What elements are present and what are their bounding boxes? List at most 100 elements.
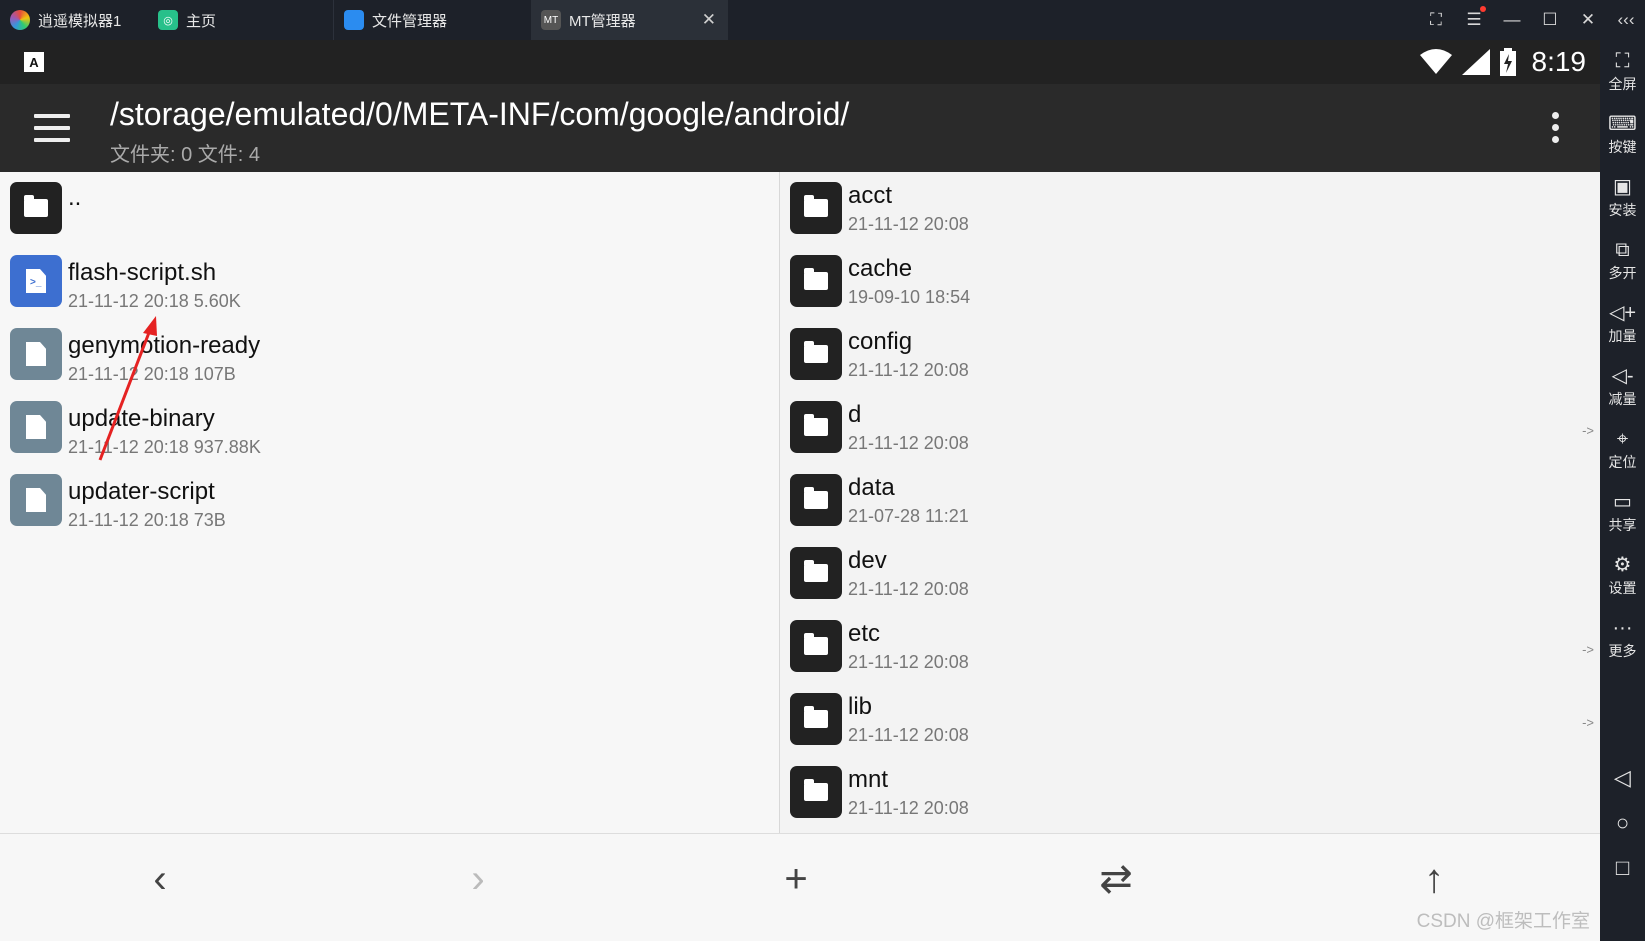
list-item[interactable]: data 21-07-28 11:21 [780, 464, 1600, 537]
location-label: 定位 [1608, 454, 1637, 470]
folder-name: lib [848, 693, 873, 720]
app-toolbar: /storage/emulated/0/META-INF/com/google/… [0, 84, 1600, 172]
file-icon [10, 474, 62, 526]
volume-down-button[interactable]: ◁- 减量 [1600, 363, 1645, 409]
folder-icon [790, 401, 842, 453]
file-name: update-binary [68, 405, 215, 432]
minimize-icon[interactable]: — [1493, 10, 1531, 30]
location-pin-icon: ⌖ [1616, 428, 1629, 450]
tab-home[interactable]: ◎ 主页 [148, 0, 333, 40]
screenshot-icon[interactable]: ⛶ [1417, 10, 1455, 30]
list-item[interactable]: acct 21-11-12 20:08 [780, 172, 1600, 245]
folder-file-count: 文件夹: 0 文件: 4 [110, 144, 261, 166]
file-meta: 21-11-12 20:18 107B [68, 364, 236, 384]
folder-meta: 21-07-28 11:21 [848, 506, 969, 526]
settings-button[interactable]: ⚙ 设置 [1600, 552, 1645, 598]
more-label: 更多 [1608, 643, 1637, 659]
parent-dir-label: .. [68, 184, 82, 211]
app-logo-icon [10, 10, 30, 30]
app-title-tab[interactable]: 逍遥模拟器1 [0, 0, 148, 40]
app-title: 逍遥模拟器1 [38, 12, 122, 30]
tab-file-manager[interactable]: 文件管理器 [333, 0, 531, 40]
android-back-icon[interactable]: ◁ [1600, 765, 1645, 791]
list-item[interactable]: dev 21-11-12 20:08 [780, 537, 1600, 610]
share-label: 共享 [1608, 517, 1637, 533]
window-titlebar: 逍遥模拟器1 ◎ 主页 文件管理器 MT MT管理器 ✕ ⛶ ☰ — ☐ ✕ ‹… [0, 0, 1645, 40]
android-screen: A 8:19 /storage/emulated/0/META-INF/com/… [0, 40, 1600, 941]
folder-icon [790, 766, 842, 818]
location-button[interactable]: ⌖ 定位 [1600, 426, 1645, 472]
list-item[interactable]: update-binary 21-11-12 20:18 937.88K [0, 391, 779, 464]
clock: 8:19 [1531, 46, 1587, 77]
folder-meta: 21-11-12 20:08 [848, 360, 969, 380]
keymap-button[interactable]: ⌨ 按键 [1600, 111, 1645, 157]
folder-icon [790, 693, 842, 745]
tab-mt-manager-label: MT管理器 [569, 12, 636, 30]
list-item[interactable]: lib 21-11-12 20:08 -> [780, 683, 1600, 756]
list-item[interactable]: d 21-11-12 20:08 -> [780, 391, 1600, 464]
folder-meta: 21-11-12 20:08 [848, 214, 969, 234]
close-window-icon[interactable]: ✕ [1569, 10, 1607, 30]
list-item[interactable]: updater-script 21-11-12 20:18 73B [0, 464, 779, 537]
android-recent-icon[interactable]: □ [1600, 855, 1645, 881]
gear-icon: ⚙ [1613, 554, 1632, 576]
symlink-marker: -> [1582, 423, 1594, 438]
android-home-icon[interactable]: ○ [1600, 810, 1645, 836]
battery-icon [1499, 48, 1516, 76]
hamburger-menu-icon[interactable] [34, 114, 70, 150]
list-item[interactable]: genymotion-ready 21-11-12 20:18 107B [0, 318, 779, 391]
watermark: CSDN @框架工作室 [1416, 911, 1590, 932]
fullscreen-icon: ⛶ [1615, 50, 1630, 72]
folder-meta: 21-11-12 20:08 [848, 652, 969, 672]
bottom-action-bar: ‹ › + ⇄ ↑ CSDN @框架工作室 [0, 833, 1600, 941]
script-file-icon: >_ [10, 255, 62, 307]
apk-icon: ▣ [1613, 176, 1632, 198]
list-item[interactable]: config 21-11-12 20:08 [780, 318, 1600, 391]
folder-meta: 19-09-10 18:54 [848, 287, 971, 307]
file-meta: 21-11-12 20:18 73B [68, 510, 226, 530]
wifi-icon [1419, 49, 1452, 74]
tab-mt-manager[interactable]: MT MT管理器 ✕ [531, 0, 728, 40]
share-folder-button[interactable]: ▭ 共享 [1600, 489, 1645, 535]
current-path: /storage/emulated/0/META-INF/com/google/… [110, 96, 850, 132]
folder-meta: 21-11-12 20:08 [848, 433, 969, 453]
status-bar: A 8:19 [0, 40, 1600, 84]
multi-window-icon: ⧉ [1615, 239, 1630, 261]
folder-name: config [848, 328, 913, 355]
volume-up-button[interactable]: ◁+ 加量 [1600, 300, 1645, 346]
fullscreen-button[interactable]: ⛶ 全屏 [1600, 48, 1645, 94]
list-item[interactable]: mnt 21-11-12 20:08 [780, 756, 1600, 829]
volume-down-label: 减量 [1608, 391, 1637, 407]
overflow-menu-icon[interactable] [1552, 112, 1560, 148]
swap-panes-icon[interactable]: ⇄ [1086, 854, 1146, 904]
add-icon[interactable]: + [766, 854, 826, 904]
file-meta: 21-11-12 20:18 5.60K [68, 291, 241, 311]
folder-name: d [848, 401, 862, 428]
list-item[interactable]: etc 21-11-12 20:08 -> [780, 610, 1600, 683]
status-icons: 8:19 [1419, 44, 1587, 80]
folder-meta: 21-11-12 20:08 [848, 798, 969, 818]
collapse-sidebar-icon[interactable]: ‹‹‹ [1607, 10, 1645, 30]
menu-icon[interactable]: ☰ [1455, 6, 1493, 30]
folder-name: acct [848, 182, 893, 209]
list-item[interactable]: >_ flash-script.sh 21-11-12 20:18 5.60K [0, 245, 779, 318]
keymap-label: 按键 [1608, 139, 1637, 155]
file-icon [10, 328, 62, 380]
up-directory-icon[interactable]: ↑ [1404, 854, 1464, 904]
back-arrow-icon[interactable]: ‹ [130, 854, 190, 904]
shared-folder-icon: ▭ [1613, 491, 1632, 513]
folder-name: cache [848, 255, 913, 282]
folder-name: data [848, 474, 895, 501]
folder-meta: 21-11-12 20:08 [848, 579, 969, 599]
mt-icon: MT [541, 10, 561, 30]
close-tab-icon[interactable]: ✕ [702, 10, 716, 30]
list-item[interactable]: cache 19-09-10 18:54 [780, 245, 1600, 318]
forward-arrow-icon[interactable]: › [448, 854, 508, 904]
install-apk-button[interactable]: ▣ 安装 [1600, 174, 1645, 220]
parent-dir-row[interactable]: .. [0, 172, 779, 245]
file-meta: 21-11-12 20:18 937.88K [68, 437, 261, 457]
multi-instance-button[interactable]: ⧉ 多开 [1600, 237, 1645, 283]
maximize-icon[interactable]: ☐ [1531, 10, 1569, 30]
more-button[interactable]: ··· 更多 [1600, 615, 1645, 661]
multi-instance-label: 多开 [1608, 265, 1637, 281]
